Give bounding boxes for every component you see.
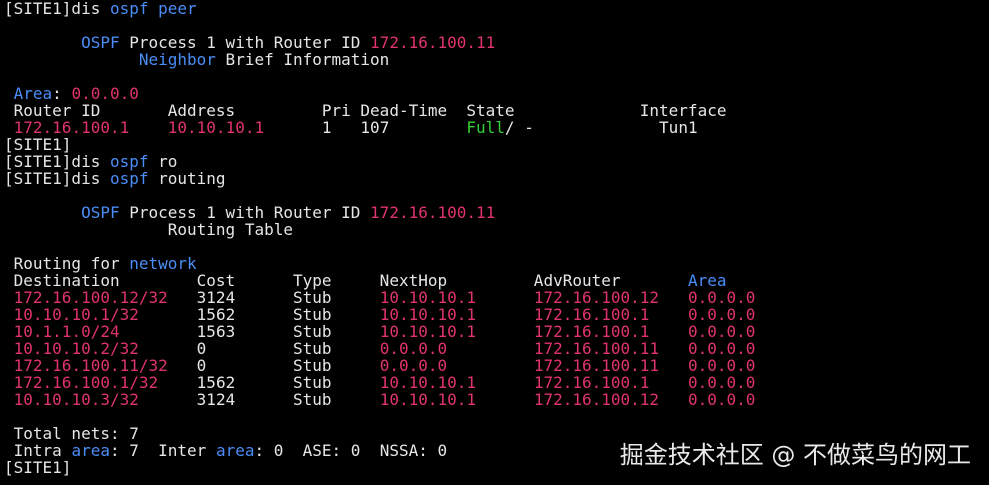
terminal-text: ospf — [109, 169, 149, 188]
terminal-line: Neighbor Brief Information — [4, 51, 984, 68]
terminal-line: Area: 0.0.0.0 — [4, 85, 984, 102]
terminal-text: Brief Information — [215, 50, 390, 69]
terminal-text: 172.16.100.11 — [370, 203, 496, 222]
terminal-line: OSPF Process 1 with Router ID 172.16.100… — [4, 204, 984, 221]
terminal-output[interactable]: [SITE1]dis ospf peer OSPF Process 1 with… — [4, 0, 984, 485]
terminal-text: : 0 ASE: 0 NSSA: 0 — [254, 441, 448, 460]
terminal-text: Neighbor — [138, 50, 216, 69]
terminal-line: OSPF Process 1 with Router ID 172.16.100… — [4, 34, 984, 51]
terminal-text: 1 107 — [264, 118, 467, 137]
watermark: 掘金技术社区 @ 不做菜鸟的网工 — [619, 441, 971, 469]
terminal-text: Routing Table — [4, 220, 293, 239]
terminal-line: 10.10.10.3/32 3124 Stub 10.10.10.1 172.1… — [4, 391, 984, 408]
terminal-text: / - Tun1 — [504, 118, 698, 137]
terminal-text: 172.16.100.12 — [533, 390, 660, 409]
terminal-text: area — [71, 441, 110, 460]
terminal-line: Destination Cost Type NextHop AdvRouter … — [4, 272, 984, 289]
terminal-text: 10.10.10.1 — [167, 118, 265, 137]
terminal-text: 10.10.10.3/32 — [13, 390, 139, 409]
terminal-text: peer — [158, 0, 197, 18]
terminal-text: [SITE1] — [4, 458, 72, 477]
terminal-text: area — [215, 441, 255, 460]
terminal-line: Router ID Address Pri Dead-Time State In… — [4, 102, 984, 119]
terminal-line: Routing Table — [4, 221, 984, 238]
terminal-text: 10.10.10.1 — [379, 390, 477, 409]
terminal-text: : 7 Inter — [109, 441, 216, 460]
terminal-line: [SITE1]dis ospf ro — [4, 153, 984, 170]
terminal-text: 0.0.0.0 — [687, 390, 756, 409]
terminal-text: [SITE1]dis — [4, 169, 110, 188]
terminal-line: 10.10.10.1/32 1562 Stub 10.10.10.1 172.1… — [4, 306, 984, 323]
terminal-line: [SITE1]dis ospf peer — [4, 0, 984, 17]
terminal-text: Full — [466, 118, 505, 137]
terminal-line: 172.16.100.11/32 0 Stub 0.0.0.0 172.16.1… — [4, 357, 984, 374]
terminal-text: ospf — [109, 0, 149, 18]
terminal-text: [SITE1]dis — [4, 0, 110, 18]
terminal-text: routing — [148, 169, 226, 188]
terminal-text: 3124 Stub — [138, 390, 380, 409]
terminal-line: Routing for network — [4, 255, 984, 272]
terminal-line: Total nets: 7 — [4, 425, 984, 442]
terminal-line: 172.16.100.1/32 1562 Stub 10.10.10.1 172… — [4, 374, 984, 391]
terminal-line: [SITE1] — [4, 136, 984, 153]
terminal-line: [SITE1]dis ospf routing — [4, 170, 984, 187]
terminal-line: 172.16.100.1 10.10.10.1 1 107 Full/ - Tu… — [4, 119, 984, 136]
terminal-line: 172.16.100.12/32 3124 Stub 10.10.10.1 17… — [4, 289, 984, 306]
terminal-line: 10.10.10.2/32 0 Stub 0.0.0.0 172.16.100.… — [4, 340, 984, 357]
terminal-line: 10.1.1.0/24 1563 Stub 10.10.10.1 172.16.… — [4, 323, 984, 340]
